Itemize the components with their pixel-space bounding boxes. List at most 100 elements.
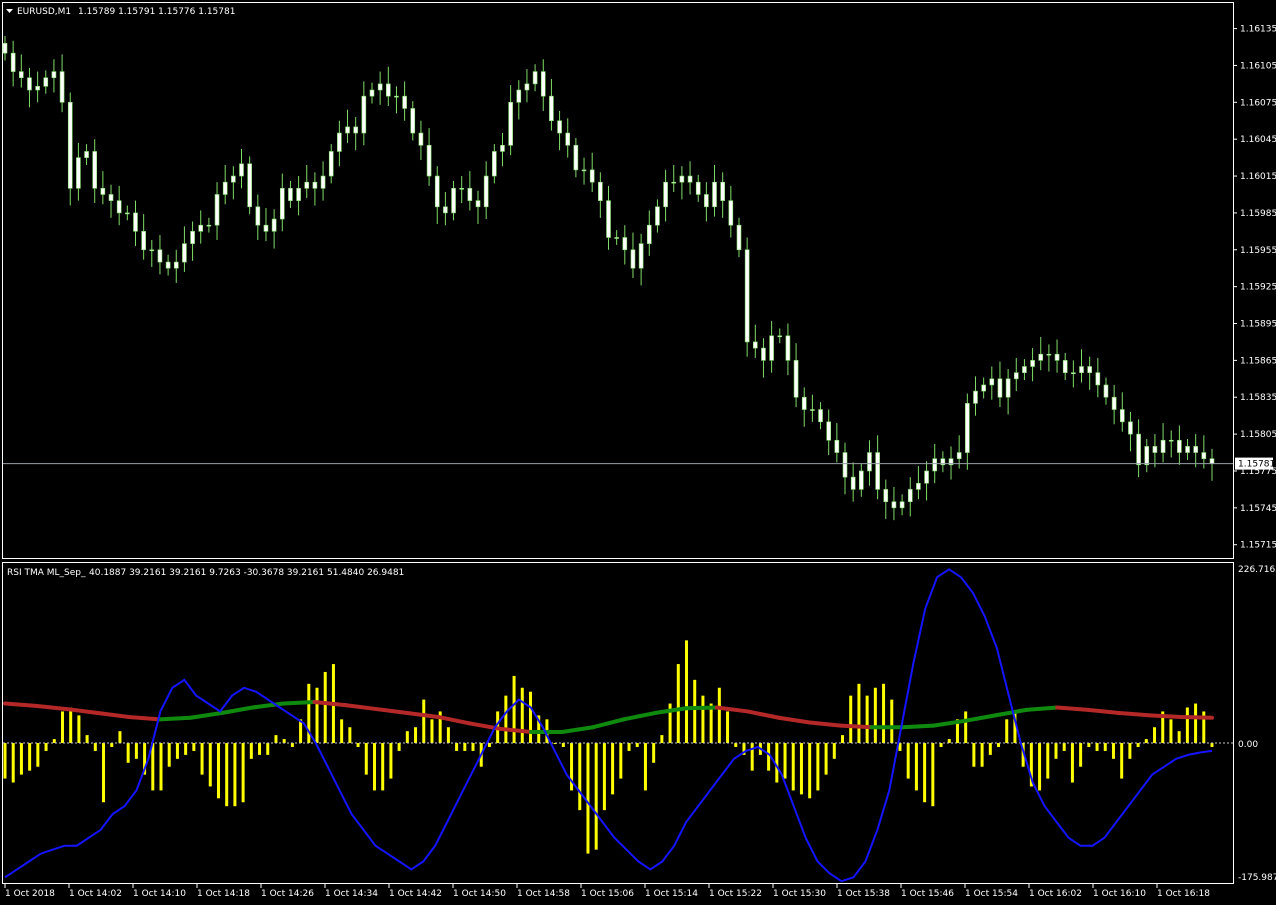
time-tick-label: 1 Oct 14:02 <box>69 889 122 899</box>
histogram-bar <box>249 743 253 759</box>
candle-body <box>801 396 807 410</box>
histogram-bar <box>348 727 352 744</box>
histogram-bar <box>102 743 106 803</box>
candle-body <box>793 360 799 398</box>
histogram-bar <box>422 699 426 744</box>
candle-body <box>19 71 24 79</box>
histogram-bar <box>1005 719 1009 744</box>
candle-body <box>598 181 603 201</box>
candle-body <box>108 194 114 201</box>
candle-body <box>59 71 65 103</box>
histogram-bar <box>1070 743 1074 783</box>
tma-segment <box>343 703 379 712</box>
candle-body <box>279 188 285 220</box>
candle-body <box>859 470 864 490</box>
candle-body <box>1152 446 1158 453</box>
histogram-bar <box>3 743 7 779</box>
candle-body <box>606 200 611 238</box>
histogram-bar <box>799 743 803 795</box>
candle-body <box>1136 433 1141 466</box>
price-tick-label: 1.15925 <box>1240 283 1276 293</box>
main-chart-panel[interactable] <box>2 2 1234 559</box>
histogram-bar <box>750 743 754 771</box>
symbol-dropdown-triangle-icon[interactable] <box>6 9 13 13</box>
candle-body <box>1071 372 1076 374</box>
candle-body <box>483 175 489 208</box>
candle-body <box>67 102 73 189</box>
histogram-bar <box>980 743 984 767</box>
time-tick-label: 1 Oct 15:06 <box>581 889 634 899</box>
candle-body <box>573 145 579 171</box>
price-tick-label: 1.15985 <box>1240 209 1276 219</box>
histogram-bar <box>1169 719 1173 744</box>
histogram-bar <box>685 640 689 744</box>
candle-body <box>549 95 554 122</box>
candle-body <box>10 52 16 72</box>
candle-body <box>540 71 546 97</box>
histogram-bar <box>225 743 229 807</box>
histogram-bar <box>947 739 951 744</box>
histogram-bar <box>832 743 836 759</box>
tma-segment <box>126 714 162 722</box>
time-tick-label: 1 Oct 15:38 <box>837 889 890 899</box>
candle-body <box>679 175 685 183</box>
histogram-bar <box>520 687 524 744</box>
histogram-bar <box>767 743 771 771</box>
histogram-bar <box>397 743 401 751</box>
histogram-bar <box>1144 739 1148 744</box>
histogram-bar <box>430 719 434 744</box>
indicator-panel[interactable] <box>2 562 1234 884</box>
histogram-bar <box>1210 743 1214 747</box>
candle-body <box>1185 446 1190 453</box>
histogram-bar <box>446 727 450 744</box>
candle-body <box>1087 366 1092 373</box>
histogram-bar <box>175 743 179 759</box>
tma-segment <box>436 714 472 726</box>
candle-body <box>345 126 350 134</box>
histogram-bar <box>1153 727 1157 744</box>
candle-body <box>190 231 195 244</box>
histogram-bar <box>258 743 262 755</box>
histogram-bar <box>882 683 886 744</box>
histogram-bar <box>282 739 286 744</box>
candle-body <box>655 206 660 226</box>
histogram-bar <box>964 711 968 744</box>
histogram-bar <box>643 743 647 791</box>
time-tick-label: 1 Oct 15:30 <box>773 889 826 899</box>
candle-body <box>932 458 938 472</box>
time-tick-label: 1 Oct 14:42 <box>389 889 442 899</box>
histogram-bar <box>405 731 409 744</box>
histogram-bar <box>627 743 631 751</box>
candle-body <box>165 261 171 269</box>
candle-body <box>687 175 693 183</box>
candle-body <box>418 132 424 146</box>
histogram-bar <box>988 743 992 755</box>
candle-body <box>492 151 497 177</box>
current-price-label: 1.15781 <box>1238 460 1275 470</box>
candle-body <box>173 261 179 269</box>
candle-body <box>557 120 562 134</box>
histogram-bar <box>340 719 344 744</box>
candle-body <box>671 181 677 184</box>
candle-body <box>76 157 81 189</box>
price-tick-label: 1.15805 <box>1240 430 1276 440</box>
tma-segment <box>95 711 131 719</box>
histogram-bar <box>808 743 812 799</box>
candle-body <box>2 43 8 54</box>
histogram-series <box>3 640 1214 854</box>
candle-body <box>84 151 89 158</box>
candle-body <box>198 224 204 232</box>
histogram-bar <box>315 687 319 744</box>
candle-body <box>916 482 921 490</box>
candle-body <box>1095 372 1101 386</box>
price-tick-label: 1.15895 <box>1240 320 1276 330</box>
time-tick-label: 1 Oct 14:50 <box>453 889 506 899</box>
candle-body <box>834 439 840 453</box>
candle-body <box>532 71 538 85</box>
tma-segment <box>993 707 1029 718</box>
time-tick-label: 1 Oct 16:02 <box>1029 889 1082 899</box>
indicator-values: 40.1887 39.2161 39.2161 9.7263 -30.3678 … <box>89 568 404 578</box>
histogram-bar <box>504 695 508 744</box>
candle-body <box>524 83 530 91</box>
candle-body <box>630 249 636 269</box>
